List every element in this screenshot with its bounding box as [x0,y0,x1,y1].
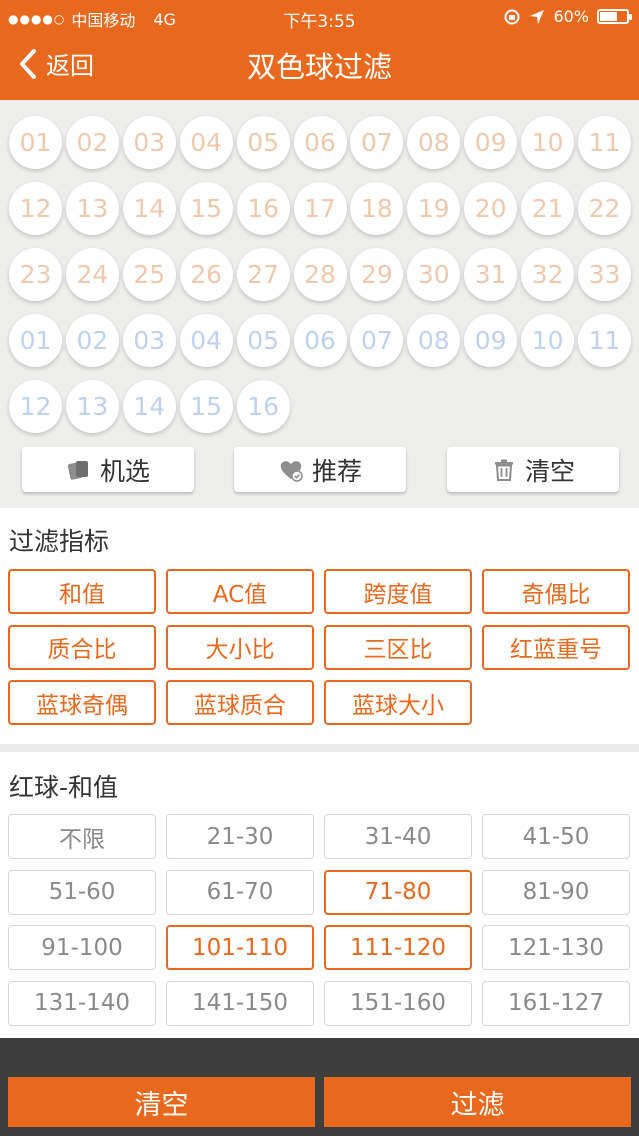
random-pick-label: 机选 [99,456,150,486]
sum-section-title: 红球-和值 [9,773,119,802]
red-ball[interactable]: 27 [236,248,290,301]
red-ball[interactable]: 21 [521,182,575,235]
red-ball[interactable]: 09 [464,116,518,169]
filter-option[interactable]: 大小比 [166,624,314,670]
random-pick-button[interactable]: 机选 [22,447,194,492]
filter-option[interactable]: 蓝球奇偶 [8,680,156,725]
sum-range-option[interactable]: 131-140 [8,980,156,1026]
red-ball[interactable]: 17 [293,182,347,235]
blue-ball[interactable]: 16 [236,380,290,433]
sum-range-option[interactable]: 不限 [8,814,156,859]
sum-range-option[interactable]: 61-70 [166,869,314,915]
filter-option[interactable]: 红蓝重号 [482,624,630,670]
blue-ball[interactable]: 02 [65,314,119,367]
red-ball[interactable]: 13 [65,182,119,235]
red-ball[interactable]: 25 [122,248,176,301]
sum-range-option[interactable]: 151-160 [324,980,472,1026]
blue-ball[interactable]: 14 [122,380,176,433]
location-arrow-icon [530,9,545,24]
filter-option[interactable]: 和值 [8,569,156,614]
sum-range-option[interactable]: 111-120 [324,925,472,970]
sum-range-option[interactable]: 81-90 [482,869,630,915]
red-ball[interactable]: 20 [464,182,518,235]
trash-icon [494,459,513,481]
cards-icon [67,460,88,480]
sum-range-option[interactable]: 31-40 [324,814,472,859]
red-ball[interactable]: 08 [407,116,461,169]
red-ball[interactable]: 26 [179,248,233,301]
page-title: 双色球过滤 [246,50,392,84]
red-ball[interactable]: 15 [179,182,233,235]
recommend-label: 推荐 [311,456,362,486]
sum-range-option[interactable]: 141-150 [166,980,314,1026]
battery-level-fill [600,12,617,21]
filter-section-title: 过滤指标 [9,527,110,556]
filter-option[interactable]: AC值 [166,569,314,614]
red-ball[interactable]: 14 [122,182,176,235]
blue-ball[interactable]: 01 [9,314,62,367]
sum-range-option[interactable]: 91-100 [8,925,156,970]
sum-range-option[interactable]: 121-130 [482,925,630,970]
red-ball[interactable]: 05 [236,116,290,169]
red-ball[interactable]: 33 [578,248,631,301]
filter-option[interactable]: 蓝球质合 [166,680,314,725]
blue-ball[interactable]: 10 [521,314,575,367]
filter-option[interactable]: 跨度值 [324,569,472,614]
heart-check-icon [280,460,303,482]
red-ball[interactable]: 28 [293,248,347,301]
status-bar: ●●●●○ 中国移动 4G 下午3:55 60% [0,0,639,34]
bottom-clear-button[interactable]: 清空 [8,1077,315,1127]
red-ball[interactable]: 24 [65,248,119,301]
battery-percent: 60% [553,7,589,26]
filter-button[interactable]: 过滤 [324,1077,631,1127]
filter-option[interactable]: 三区比 [324,624,472,670]
red-ball[interactable]: 19 [407,182,461,235]
orientation-lock-icon [504,9,520,24]
blue-ball[interactable]: 15 [179,380,233,433]
blue-ball[interactable]: 06 [293,314,347,367]
status-right: 60% [503,7,632,26]
red-ball[interactable]: 10 [521,116,575,169]
blue-ball[interactable]: 09 [464,314,518,367]
app-header: ●●●●○ 中国移动 4G 下午3:55 60% 返回 双色球过滤 [0,0,639,100]
blue-ball[interactable]: 11 [578,314,631,367]
filter-option[interactable]: 质合比 [8,624,156,670]
filter-option[interactable]: 蓝球大小 [324,680,472,725]
red-ball[interactable]: 06 [293,116,347,169]
blue-ball[interactable]: 04 [179,314,233,367]
red-ball[interactable]: 01 [9,116,62,169]
blue-ball[interactable]: 12 [9,380,62,433]
section-divider [0,744,639,752]
sum-range-option[interactable]: 41-50 [482,814,630,859]
clear-selection-label: 清空 [524,456,575,486]
red-ball[interactable]: 02 [65,116,119,169]
sum-range-option[interactable]: 161-127 [482,980,630,1026]
red-ball[interactable]: 32 [521,248,575,301]
battery-icon [597,9,632,24]
red-ball[interactable]: 03 [122,116,176,169]
sum-range-option[interactable]: 21-30 [166,814,314,859]
red-ball[interactable]: 04 [179,116,233,169]
blue-ball[interactable]: 13 [65,380,119,433]
nav-bar: 返回 双色球过滤 [0,34,639,96]
red-ball[interactable]: 16 [236,182,290,235]
sum-range-option[interactable]: 51-60 [8,869,156,915]
red-ball[interactable]: 31 [464,248,518,301]
red-ball[interactable]: 11 [578,116,631,169]
clear-selection-button[interactable]: 清空 [447,447,619,492]
red-ball[interactable]: 23 [9,248,62,301]
red-ball[interactable]: 22 [578,182,631,235]
red-ball[interactable]: 30 [407,248,461,301]
red-ball[interactable]: 12 [9,182,62,235]
blue-ball[interactable]: 03 [122,314,176,367]
sum-range-option[interactable]: 71-80 [324,869,472,915]
filter-option[interactable]: 奇偶比 [482,569,630,614]
blue-ball[interactable]: 05 [236,314,290,367]
recommend-button[interactable]: 推荐 [234,447,406,492]
sum-range-option[interactable]: 101-110 [166,925,314,970]
blue-ball[interactable]: 08 [407,314,461,367]
